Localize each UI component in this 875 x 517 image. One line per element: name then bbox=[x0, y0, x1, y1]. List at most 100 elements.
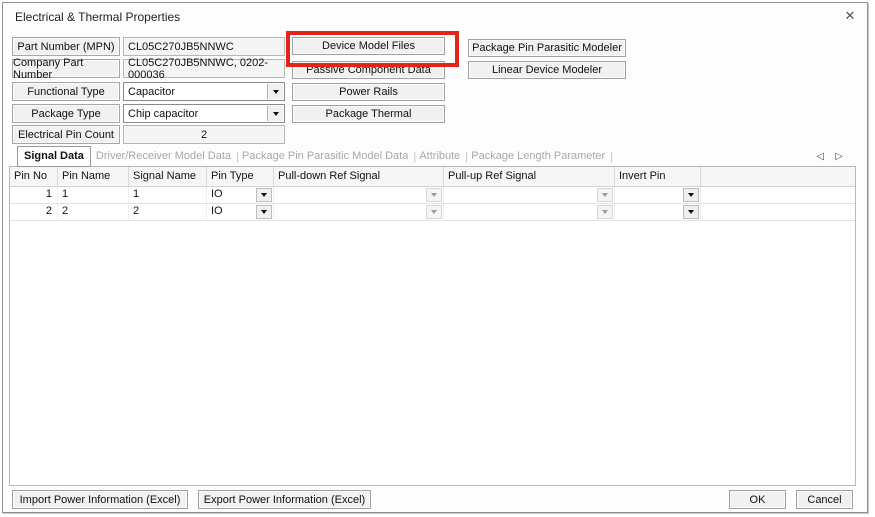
chevron-down-icon bbox=[273, 112, 279, 116]
package-type-combobox[interactable]: Chip capacitor bbox=[123, 104, 285, 123]
cell-pin-name[interactable]: 2 bbox=[58, 204, 129, 220]
package-thermal-label: Package Thermal bbox=[325, 108, 411, 120]
chevron-down-icon bbox=[261, 193, 267, 197]
electrical-pin-count-value: 2 bbox=[201, 129, 207, 141]
electrical-pin-count-label: Electrical Pin Count bbox=[18, 129, 114, 141]
electrical-pin-count-label-button[interactable]: Electrical Pin Count bbox=[12, 125, 120, 144]
pull-down-dropdown-button-disabled bbox=[426, 205, 442, 219]
cell-pin-no: 2 bbox=[10, 204, 58, 220]
tab-package-pin-parasitic-model-data[interactable]: Package Pin Parasitic Model Data bbox=[237, 147, 413, 166]
functional-type-label: Functional Type bbox=[27, 86, 104, 98]
part-number-label-button[interactable]: Part Number (MPN) bbox=[12, 37, 120, 56]
package-type-label-button[interactable]: Package Type bbox=[12, 104, 120, 123]
cell-pin-type-combobox[interactable]: IO bbox=[207, 204, 274, 220]
cell-pin-type-combobox[interactable]: IO bbox=[207, 187, 274, 203]
tab-scroll-right-icon[interactable]: ▷ bbox=[835, 151, 843, 163]
functional-type-dropdown-button[interactable] bbox=[267, 84, 283, 99]
passive-component-data-label: Passive Component Data bbox=[306, 64, 431, 76]
table-row: 2 2 2 IO bbox=[10, 204, 855, 221]
cancel-label: Cancel bbox=[807, 494, 841, 506]
package-type-label: Package Type bbox=[31, 108, 101, 120]
chevron-down-icon bbox=[688, 193, 694, 197]
cell-pull-down-ref-signal-combobox bbox=[274, 187, 444, 203]
tab-attribute[interactable]: Attribute bbox=[414, 147, 465, 166]
passive-component-data-button[interactable]: Passive Component Data bbox=[292, 61, 445, 79]
import-power-information-button[interactable]: Import Power Information (Excel) bbox=[12, 490, 188, 509]
linear-device-modeler-button[interactable]: Linear Device Modeler bbox=[468, 61, 626, 79]
package-type-value: Chip capacitor bbox=[128, 108, 198, 120]
pull-up-dropdown-button-disabled bbox=[597, 205, 613, 219]
company-part-number-label: Company Part Number bbox=[13, 57, 119, 81]
cell-pin-no: 1 bbox=[10, 187, 58, 203]
export-power-information-button[interactable]: Export Power Information (Excel) bbox=[198, 490, 371, 509]
cancel-button[interactable]: Cancel bbox=[796, 490, 853, 509]
package-pin-parasitic-modeler-button[interactable]: Package Pin Parasitic Modeler bbox=[468, 39, 626, 57]
dialog-title: Electrical & Thermal Properties bbox=[15, 10, 180, 24]
company-part-number-field[interactable]: CL05C270JB5NNWC, 0202-000036 bbox=[123, 59, 285, 78]
pin-type-dropdown-button[interactable] bbox=[256, 188, 272, 202]
column-header-pull-down-ref-signal: Pull-down Ref Signal bbox=[274, 167, 444, 186]
cell-pull-up-ref-signal-combobox bbox=[444, 187, 615, 203]
cell-filler bbox=[701, 187, 855, 203]
power-rails-label: Power Rails bbox=[339, 86, 398, 98]
chevron-down-icon bbox=[261, 210, 267, 214]
pin-type-value: IO bbox=[211, 205, 223, 217]
device-model-files-button[interactable]: Device Model Files bbox=[292, 37, 445, 55]
functional-type-value: Capacitor bbox=[128, 86, 175, 98]
import-power-information-label: Import Power Information (Excel) bbox=[20, 494, 181, 506]
invert-pin-dropdown-button[interactable] bbox=[683, 205, 699, 219]
tab-bar: Signal Data Driver/Receiver Model Data| … bbox=[17, 146, 611, 167]
package-type-dropdown-button[interactable] bbox=[267, 106, 283, 121]
ok-label: OK bbox=[750, 494, 766, 506]
part-number-label: Part Number (MPN) bbox=[17, 41, 114, 53]
tab-separator: | bbox=[610, 151, 611, 163]
functional-type-combobox[interactable]: Capacitor bbox=[123, 82, 285, 101]
table-header-row: Pin No Pin Name Signal Name Pin Type Pul… bbox=[10, 167, 855, 187]
part-number-value: CL05C270JB5NNWC bbox=[128, 41, 234, 53]
pin-type-dropdown-button[interactable] bbox=[256, 205, 272, 219]
linear-device-modeler-label: Linear Device Modeler bbox=[492, 64, 602, 76]
tab-package-length-parameter[interactable]: Package Length Parameter bbox=[466, 147, 610, 166]
chevron-down-icon bbox=[273, 90, 279, 94]
cell-invert-pin-combobox[interactable] bbox=[615, 204, 701, 220]
part-number-field[interactable]: CL05C270JB5NNWC bbox=[123, 37, 285, 56]
company-part-number-value: CL05C270JB5NNWC, 0202-000036 bbox=[128, 57, 284, 81]
cell-pull-down-ref-signal-combobox bbox=[274, 204, 444, 220]
electrical-pin-count-field: 2 bbox=[123, 125, 285, 144]
electrical-thermal-properties-dialog: Electrical & Thermal Properties ✕ Part N… bbox=[2, 2, 868, 513]
chevron-down-icon bbox=[431, 210, 437, 214]
cell-signal-name[interactable]: 1 bbox=[129, 187, 207, 203]
pull-up-dropdown-button-disabled bbox=[597, 188, 613, 202]
cell-signal-name[interactable]: 2 bbox=[129, 204, 207, 220]
package-pin-parasitic-modeler-label: Package Pin Parasitic Modeler bbox=[472, 42, 622, 54]
invert-pin-dropdown-button[interactable] bbox=[683, 188, 699, 202]
column-header-pin-name: Pin Name bbox=[58, 167, 129, 186]
tab-driver-receiver-model-data[interactable]: Driver/Receiver Model Data bbox=[91, 147, 236, 166]
tab-scroll-left-icon[interactable]: ◁ bbox=[816, 151, 824, 163]
device-model-files-label: Device Model Files bbox=[322, 40, 415, 52]
functional-type-label-button[interactable]: Functional Type bbox=[12, 82, 120, 101]
column-header-pin-no: Pin No bbox=[10, 167, 58, 186]
column-header-filler bbox=[701, 167, 855, 186]
tab-signal-data[interactable]: Signal Data bbox=[17, 146, 91, 167]
column-header-pin-type: Pin Type bbox=[207, 167, 274, 186]
company-part-number-label-button[interactable]: Company Part Number bbox=[12, 59, 120, 78]
cell-invert-pin-combobox[interactable] bbox=[615, 187, 701, 203]
signal-data-panel: Pin No Pin Name Signal Name Pin Type Pul… bbox=[9, 166, 856, 486]
chevron-down-icon bbox=[602, 210, 608, 214]
column-header-signal-name: Signal Name bbox=[129, 167, 207, 186]
cell-pin-name[interactable]: 1 bbox=[58, 187, 129, 203]
cell-filler bbox=[701, 204, 855, 220]
package-thermal-button[interactable]: Package Thermal bbox=[292, 105, 445, 123]
chevron-down-icon bbox=[602, 193, 608, 197]
tab-signal-data-label: Signal Data bbox=[24, 150, 84, 162]
column-header-invert-pin: Invert Pin bbox=[615, 167, 701, 186]
close-icon[interactable]: ✕ bbox=[841, 7, 859, 25]
power-rails-button[interactable]: Power Rails bbox=[292, 83, 445, 101]
chevron-down-icon bbox=[688, 210, 694, 214]
chevron-down-icon bbox=[431, 193, 437, 197]
cell-pull-up-ref-signal-combobox bbox=[444, 204, 615, 220]
ok-button[interactable]: OK bbox=[729, 490, 786, 509]
column-header-pull-up-ref-signal: Pull-up Ref Signal bbox=[444, 167, 615, 186]
export-power-information-label: Export Power Information (Excel) bbox=[204, 494, 365, 506]
